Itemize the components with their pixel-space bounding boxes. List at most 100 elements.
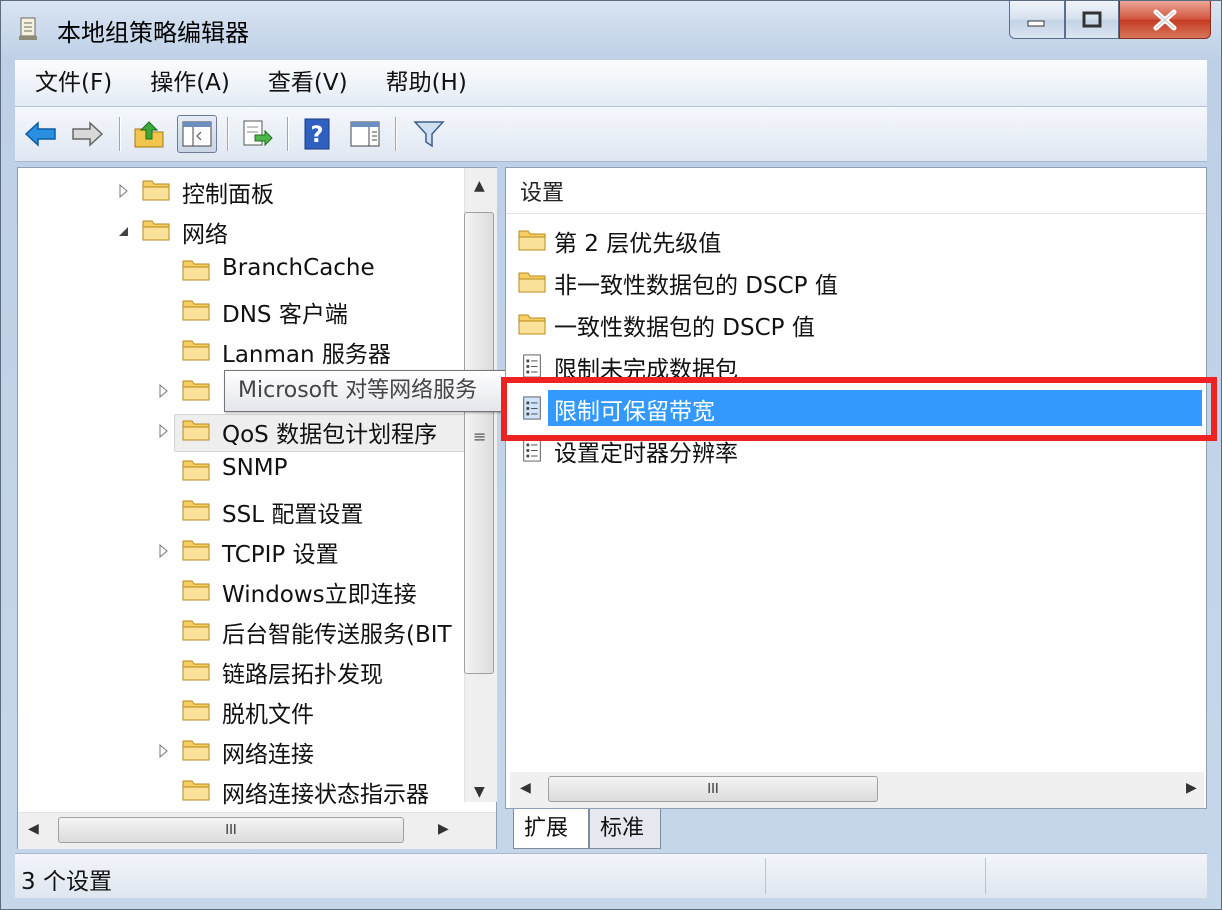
- tree-item-label: SNMP: [222, 455, 288, 481]
- maximize-button[interactable]: [1065, 1, 1119, 39]
- forward-button[interactable]: [67, 115, 107, 153]
- tree-item-label: 网络连接: [222, 742, 314, 768]
- tree-item[interactable]: 链路层拓扑发现: [18, 652, 458, 690]
- folder-icon: [182, 740, 210, 761]
- tree-item[interactable]: 脱机文件: [18, 692, 458, 730]
- status-bar: 3 个设置: [15, 853, 1207, 898]
- close-button[interactable]: [1119, 1, 1211, 39]
- tree-item[interactable]: 网络: [18, 212, 458, 250]
- export-list-button[interactable]: [237, 115, 277, 153]
- settings-list-item[interactable]: 一致性数据包的 DSCP 值: [506, 304, 1206, 344]
- tree-item[interactable]: Lanman 服务器: [18, 332, 458, 370]
- folder-icon: [182, 420, 210, 441]
- minimize-button[interactable]: [1009, 1, 1065, 39]
- tree-item[interactable]: TCPIP 设置: [18, 532, 458, 570]
- folder-icon: [182, 260, 210, 281]
- scroll-right-arrow-icon[interactable]: ▶: [438, 821, 449, 837]
- folder-icon: [182, 500, 210, 521]
- tree-item-label: Windows立即连接: [222, 582, 417, 608]
- tree-item[interactable]: Windows立即连接: [18, 572, 458, 610]
- folder-icon: [518, 230, 546, 251]
- settings-list-pane: 设置 第 2 层优先级值 非一致性数据包的 DSCP 值一致性数据包的 DSCP …: [505, 167, 1207, 809]
- back-button[interactable]: [21, 115, 61, 153]
- collapsed-arrow-icon[interactable]: [156, 544, 170, 558]
- tab-extended[interactable]: 扩展: [513, 809, 589, 849]
- folder-icon: [182, 780, 210, 801]
- tab-standard[interactable]: 标准: [589, 809, 661, 849]
- folder-icon: [182, 700, 210, 721]
- gpedit-window: 本地组策略编辑器 文件(F) 操作(A) 查看(V) 帮助(H) ? 控制面板 …: [0, 0, 1222, 910]
- tree-item-label: 链路层拓扑发现: [222, 662, 383, 688]
- folder-icon: [182, 540, 210, 561]
- scroll-down-arrow-icon[interactable]: ▼: [474, 784, 485, 800]
- help-icon: ?: [304, 118, 330, 150]
- tree-item-label: Lanman 服务器: [222, 342, 391, 368]
- tree-item[interactable]: QoS 数据包计划程序: [18, 412, 458, 450]
- tree-item[interactable]: 网络连接: [18, 732, 458, 770]
- scroll-up-arrow-icon[interactable]: ▲: [474, 178, 485, 194]
- collapsed-arrow-icon[interactable]: [156, 424, 170, 438]
- up-folder-icon: [134, 121, 164, 148]
- scroll-left-arrow-icon[interactable]: ◀: [28, 821, 39, 837]
- tree-item-label: 控制面板: [182, 182, 274, 208]
- title-bar[interactable]: 本地组策略编辑器: [1, 1, 1221, 57]
- collapsed-arrow-icon[interactable]: [156, 384, 170, 398]
- settings-list-item-label: 设置定时器分辨率: [554, 441, 738, 467]
- folder-icon: [182, 660, 210, 681]
- tree-pane: 控制面板网络 BranchCache DNS 客户端 Lanman 服务器 QoS 数据…: [17, 167, 514, 849]
- folder-icon: [182, 380, 210, 401]
- folder-icon: [182, 340, 210, 361]
- expanded-arrow-icon[interactable]: [116, 224, 130, 238]
- menu-help[interactable]: 帮助(H): [366, 60, 485, 106]
- close-icon: [1153, 9, 1177, 30]
- tree-item[interactable]: 控制面板: [18, 172, 458, 210]
- settings-list-item[interactable]: 限制可保留带宽: [506, 388, 1206, 428]
- tree-item-label: 网络连接状态指示器: [222, 782, 429, 808]
- scroll-grip-icon: III: [225, 822, 237, 838]
- settings-list-item[interactable]: 设置定时器分辨率: [506, 430, 1206, 470]
- list-horizontal-scrollbar[interactable]: ◀ III ▶: [510, 772, 1204, 808]
- folder-icon: [182, 460, 210, 481]
- tree-item-label: BranchCache: [222, 255, 375, 281]
- settings-list-item[interactable]: 第 2 层优先级值: [506, 220, 1206, 260]
- menu-view[interactable]: 查看(V): [248, 60, 366, 106]
- menu-file[interactable]: 文件(F): [15, 60, 130, 106]
- tree-item[interactable]: 网络连接状态指示器: [18, 772, 458, 810]
- app-icon: [19, 17, 37, 40]
- tree-item[interactable]: SSL 配置设置: [18, 492, 458, 530]
- export-list-icon: [243, 120, 273, 147]
- folder-icon: [518, 272, 546, 293]
- scroll-grip-icon: ≡: [473, 427, 487, 446]
- tree-item-label: 脱机文件: [222, 702, 314, 728]
- settings-list-item[interactable]: 非一致性数据包的 DSCP 值: [506, 262, 1206, 302]
- scroll-grip-icon: III: [707, 781, 719, 797]
- help-button[interactable]: ?: [297, 115, 337, 153]
- show-hide-tree-button[interactable]: [177, 115, 217, 153]
- filter-button[interactable]: [409, 115, 449, 153]
- action-pane-button[interactable]: [345, 115, 385, 153]
- list-hscroll-thumb[interactable]: III: [548, 776, 878, 802]
- tree-item[interactable]: DNS 客户端: [18, 292, 458, 330]
- view-tabs: 扩展 标准: [505, 809, 1207, 851]
- tree-horizontal-scrollbar[interactable]: ◀ III ▶: [18, 812, 496, 849]
- folder-icon: [182, 620, 210, 641]
- back-icon: [24, 121, 56, 147]
- policy-setting-icon: [523, 438, 541, 462]
- tree-item[interactable]: 后台智能传送服务(BIT: [18, 612, 458, 650]
- scroll-right-arrow-icon[interactable]: ▶: [1186, 780, 1197, 796]
- tree-item[interactable]: SNMP: [18, 452, 458, 490]
- menu-action[interactable]: 操作(A): [130, 60, 248, 106]
- tree-vscroll-thumb[interactable]: ≡: [464, 212, 494, 674]
- menu-bar: 文件(F) 操作(A) 查看(V) 帮助(H): [15, 60, 1207, 107]
- settings-list-item-label: 限制可保留带宽: [554, 399, 715, 425]
- settings-list-item[interactable]: 限制未完成数据包: [506, 346, 1206, 386]
- scroll-left-arrow-icon[interactable]: ◀: [520, 780, 531, 796]
- tree-hscroll-thumb[interactable]: III: [58, 817, 404, 843]
- collapsed-arrow-icon[interactable]: [156, 744, 170, 758]
- up-one-level-button[interactable]: [129, 115, 169, 153]
- minimize-icon: [1027, 20, 1045, 26]
- tree-item[interactable]: BranchCache: [18, 252, 458, 290]
- collapsed-arrow-icon[interactable]: [116, 184, 130, 198]
- action-pane-icon: [350, 121, 380, 147]
- column-header-setting[interactable]: 设置: [506, 168, 1206, 214]
